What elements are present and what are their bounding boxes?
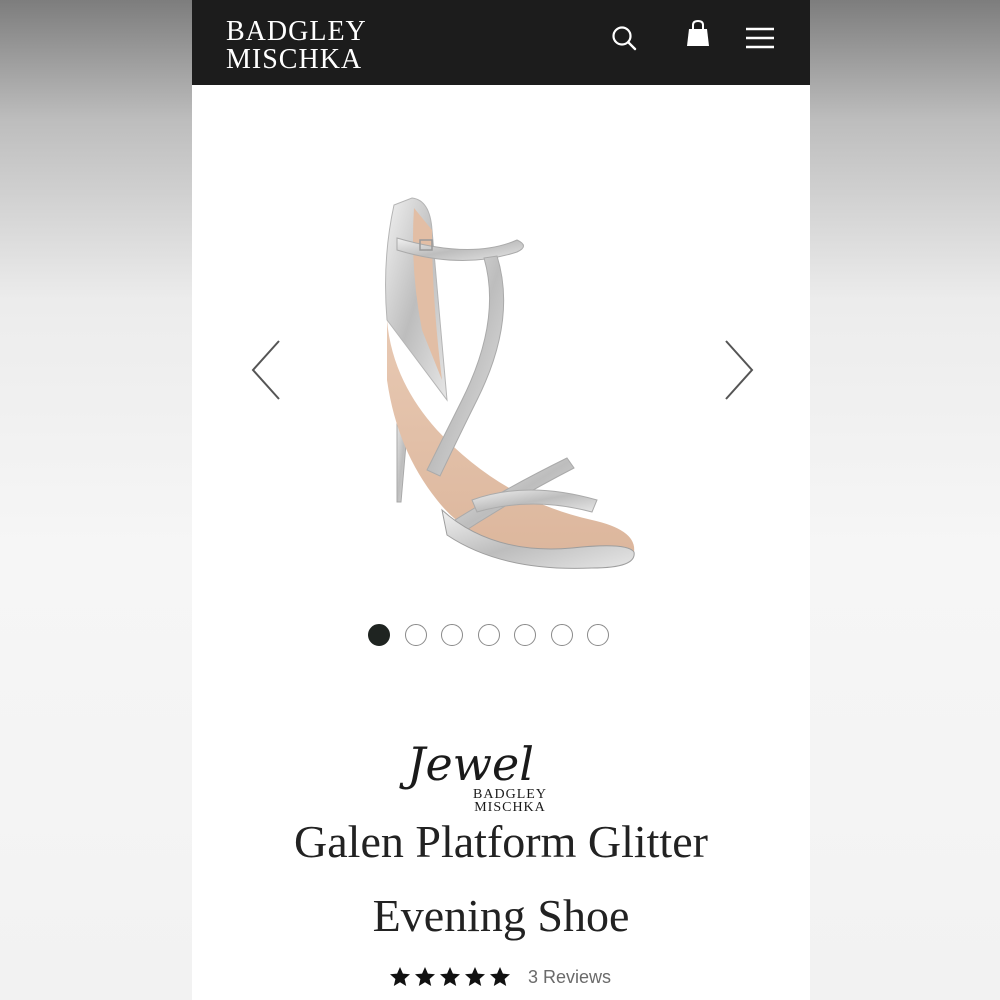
star-icon (415, 967, 435, 986)
product-title-line-1: Galen Platform Glitter (294, 816, 708, 867)
product-image (385, 197, 635, 569)
carousel-dot-6[interactable] (550, 624, 573, 646)
brand-script-text: Jewel (399, 737, 534, 791)
logo-line-1: BADGLEY (226, 16, 367, 47)
star-icon (440, 967, 460, 986)
brand-logo[interactable]: BADGLEY MISCHKA (226, 18, 367, 74)
chevron-right-icon (725, 340, 754, 400)
reviews-link[interactable]: 3 Reviews (528, 967, 611, 988)
cart-button[interactable] (678, 14, 718, 54)
carousel-prev-button[interactable] (247, 335, 287, 405)
shopping-bag-icon (687, 19, 709, 46)
chevron-left-icon (251, 340, 280, 400)
product-title-line-2: Evening Shoe (372, 890, 630, 941)
search-icon (612, 26, 637, 51)
site-header: BADGLEY MISCHKA (192, 0, 810, 85)
search-button[interactable] (604, 18, 644, 58)
logo-line-2: MISCHKA (226, 44, 363, 75)
menu-button[interactable] (740, 18, 780, 58)
carousel-next-button[interactable] (718, 335, 758, 405)
star-icon (390, 967, 410, 986)
product-image-carousel[interactable] (192, 130, 810, 600)
sub-brand-logo: Jewel BADGLEY MISCHKA (397, 730, 597, 815)
carousel-dot-1[interactable] (368, 624, 390, 646)
product-title: Galen Platform Glitter Evening Shoe (192, 805, 810, 953)
carousel-dot-2[interactable] (404, 624, 427, 646)
star-icon (490, 967, 510, 986)
carousel-dot-4[interactable] (477, 624, 500, 646)
star-rating (388, 965, 512, 989)
carousel-dot-5[interactable] (514, 624, 536, 646)
carousel-pagination (368, 624, 609, 650)
star-icon (465, 967, 485, 986)
carousel-dot-7[interactable] (587, 624, 609, 646)
hamburger-menu-icon (746, 27, 774, 49)
product-rating: 3 Reviews (388, 962, 611, 992)
carousel-dot-3[interactable] (441, 624, 463, 646)
mobile-page: BADGLEY MISCHKA Jewel BADGLEY MISCHKA Ga… (192, 0, 810, 1000)
